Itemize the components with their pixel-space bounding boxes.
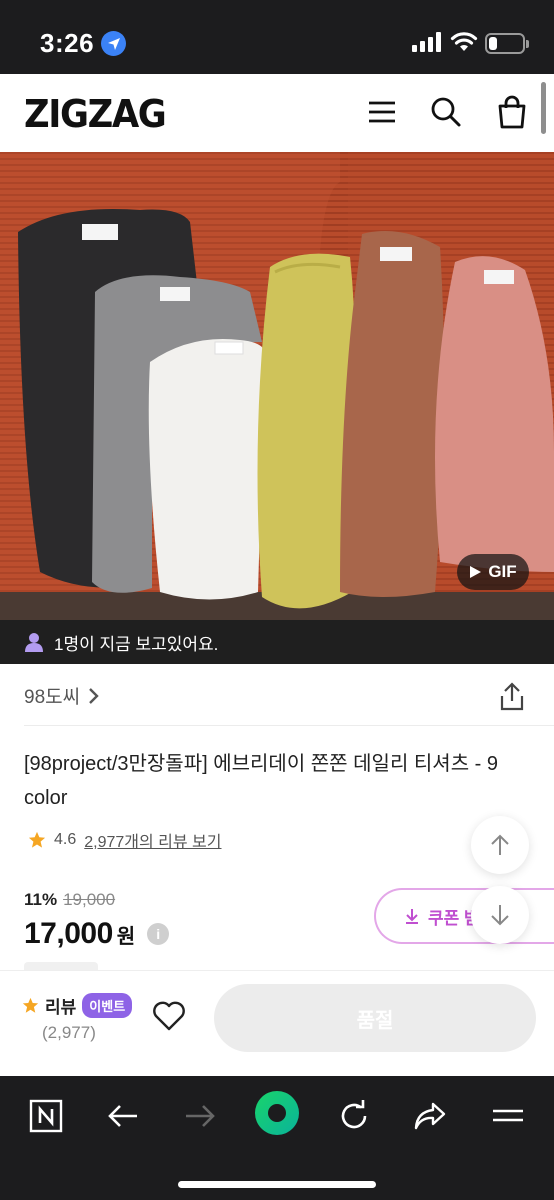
share-icon[interactable] — [498, 682, 526, 712]
original-price: 19,000 — [63, 890, 116, 909]
event-badge: 이벤트 — [82, 993, 133, 1018]
review-button[interactable]: 리뷰 이벤트 — [22, 993, 133, 1018]
arrow-down-icon — [491, 905, 509, 926]
cellular-signal-icon — [412, 32, 441, 52]
menu-icon[interactable] — [364, 94, 400, 130]
app-header: ZIGZAG — [0, 74, 554, 152]
product-image[interactable] — [0, 152, 554, 620]
tshirts-photo — [0, 152, 554, 620]
gif-badge[interactable]: GIF — [457, 554, 529, 590]
review-link[interactable]: 2,977개의 리뷰 보기 — [84, 828, 221, 852]
review-count: (2,977) — [42, 1023, 96, 1042]
scroll-indicator[interactable] — [541, 82, 546, 134]
wifi-icon — [450, 32, 478, 51]
shopping-bag-icon[interactable] — [494, 94, 530, 130]
forward-arrow-icon[interactable] — [178, 1094, 222, 1138]
info-icon[interactable]: i — [147, 923, 170, 945]
next-section-peek — [24, 962, 98, 970]
sale-price: 17,000 — [24, 917, 113, 950]
discount-row: 11% 19,000 — [24, 890, 115, 910]
home-indicator[interactable] — [178, 1181, 376, 1188]
zigzag-logo[interactable]: ZIGZAG — [24, 92, 167, 136]
back-arrow-icon[interactable] — [101, 1094, 145, 1138]
play-icon — [470, 566, 482, 578]
currency: 원 — [116, 925, 136, 948]
search-icon[interactable] — [428, 94, 464, 130]
review-label: 리뷰 — [45, 998, 77, 1017]
product-title: [98project/3만장돌파] 에브리데이 쫀쫀 데일리 티셔츠 - 9 c… — [24, 753, 498, 809]
status-bar: 3:26 — [0, 0, 554, 74]
naver-icon[interactable] — [24, 1094, 68, 1138]
rating-row: 4.6 2,977개의 리뷰 보기 — [28, 828, 222, 852]
arrow-up-icon — [491, 834, 509, 855]
status-time: 3:26 — [40, 28, 95, 58]
viewers-banner: 1명이 지금 보고있어요. — [0, 620, 554, 664]
location-arrow-icon — [101, 31, 126, 56]
star-icon — [28, 831, 46, 848]
store-name: 98도씨 — [24, 687, 81, 708]
star-icon — [22, 997, 39, 1013]
reload-icon[interactable] — [332, 1094, 376, 1138]
purchase-bar: 리뷰 이벤트 (2,977) 품절 — [0, 970, 554, 1076]
menu-lines-icon[interactable] — [486, 1094, 530, 1138]
download-icon — [406, 909, 418, 924]
discount-percent: 11% — [24, 890, 58, 909]
scroll-bottom-button[interactable] — [471, 886, 529, 944]
battery-icon — [485, 33, 529, 54]
battery-fill — [489, 37, 497, 50]
soldout-button[interactable]: 품절 — [214, 984, 536, 1052]
person-icon — [25, 633, 43, 652]
share-arrow-icon[interactable] — [408, 1094, 452, 1138]
chevron-right-icon — [89, 687, 99, 704]
price-row: 17,000 원 i — [24, 917, 170, 951]
green-dot-icon[interactable] — [254, 1090, 300, 1136]
viewers-text: 1명이 지금 보고있어요. — [54, 634, 219, 654]
heart-icon[interactable] — [152, 1001, 186, 1031]
rating-value: 4.6 — [54, 831, 77, 848]
divider — [24, 725, 554, 726]
store-link[interactable]: 98도씨 — [24, 682, 100, 709]
scroll-top-button[interactable] — [471, 816, 529, 874]
gif-label: GIF — [488, 562, 517, 581]
